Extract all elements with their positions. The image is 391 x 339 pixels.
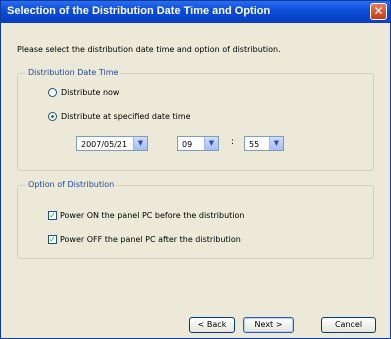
time-separator: :	[231, 137, 235, 147]
next-button[interactable]: Next >	[243, 317, 294, 333]
checkbox-power-off[interactable]: ✓ Power OFF the panel PC after the distr…	[48, 235, 241, 244]
radio-label-distribute-at-specified: Distribute at specified date time	[61, 112, 191, 121]
distribution-date-time-group: Distribution Date Time Distribute now Di…	[17, 68, 374, 171]
date-select[interactable]: 2007/05/21 ▼	[76, 136, 148, 151]
hour-value: 09	[182, 140, 193, 149]
checkbox-power-on[interactable]: ✓ Power ON the panel PC before the distr…	[48, 211, 244, 220]
radio-distribute-at-specified[interactable]: Distribute at specified date time	[48, 112, 191, 121]
cancel-button[interactable]: Cancel	[321, 317, 376, 333]
radio-dot-icon[interactable]	[48, 88, 57, 97]
back-button[interactable]: < Back	[189, 317, 235, 333]
chevron-down-icon[interactable]: ▼	[269, 137, 283, 150]
dialog-content: Please select the distribution date time…	[1, 23, 390, 338]
date-value: 2007/05/21	[81, 140, 128, 149]
group-legend-date-time: Distribution Date Time	[26, 68, 121, 77]
dialog-window: Selection of the Distribution Date Time …	[0, 0, 391, 339]
hour-select[interactable]: 09 ▼	[177, 136, 219, 151]
close-icon[interactable]: ✕	[370, 3, 387, 20]
group-legend-options: Option of Distribution	[26, 180, 117, 189]
radio-distribute-now[interactable]: Distribute now	[48, 88, 119, 97]
chevron-down-icon[interactable]: ▼	[204, 137, 218, 150]
window-title: Selection of the Distribution Date Time …	[7, 5, 271, 17]
radio-label-distribute-now: Distribute now	[61, 88, 120, 97]
title-bar[interactable]: Selection of the Distribution Date Time …	[1, 1, 390, 23]
check-icon[interactable]: ✓	[48, 211, 57, 220]
minute-select[interactable]: 55 ▼	[244, 136, 284, 151]
intro-text: Please select the distribution date time…	[17, 45, 281, 54]
check-icon[interactable]: ✓	[48, 235, 57, 244]
checkbox-label-power-on: Power ON the panel PC before the distrib…	[60, 211, 245, 220]
chevron-down-icon[interactable]: ▼	[133, 137, 147, 150]
option-of-distribution-group: Option of Distribution ✓ Power ON the pa…	[17, 180, 374, 259]
minute-value: 55	[249, 140, 260, 149]
radio-dot-icon[interactable]	[48, 112, 57, 121]
checkbox-label-power-off: Power OFF the panel PC after the distrib…	[60, 235, 241, 244]
